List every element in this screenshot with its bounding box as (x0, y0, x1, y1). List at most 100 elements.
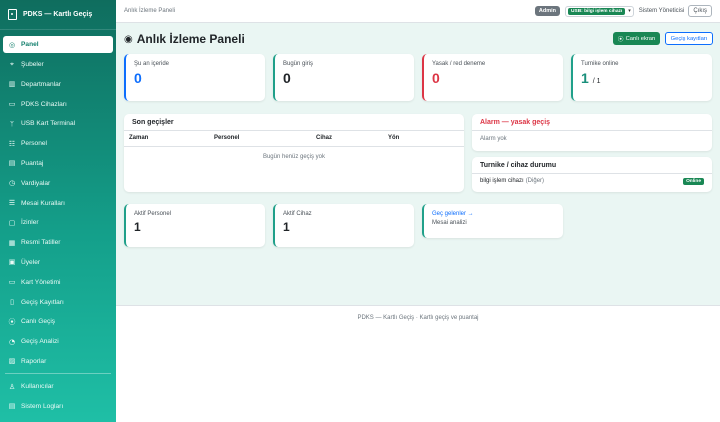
sidebar-item-icon: ▯ (10, 298, 14, 306)
sidebar-item-panel[interactable]: ◎ Panel (3, 36, 113, 54)
late-arrivals-card[interactable]: Geç gelenler → Mesai analizi (422, 204, 563, 238)
stat-value-main: 1 (581, 70, 589, 86)
sidebar-item-label: Raporlar (21, 357, 47, 365)
late-arrivals-link[interactable]: Geç gelenler → (432, 211, 555, 217)
sidebar-item-icon: ▤ (8, 402, 16, 411)
sidebar-item-gecis-kayitlari[interactable]: ▯ Geçiş Kayıtları (3, 293, 113, 310)
page-title: ◉ Anlık İzleme Paneli (124, 32, 245, 46)
active-device-card: Aktif Cihaz 1 (273, 204, 414, 247)
sidebar-item-kullanicilar[interactable]: ♙ Kullanıcılar (3, 378, 113, 395)
broadcast-icon: ◉ (124, 33, 133, 45)
sidebar-item-gecis-analizi[interactable]: ◔ Geçiş Analizi (3, 333, 113, 350)
sidebar-item-personel[interactable]: ☷ Personel (3, 135, 113, 152)
col-time: Zaman (124, 131, 209, 147)
sidebar-item-icon: ♙ (8, 382, 16, 391)
sidebar-item-label: Resmi Tatiller (21, 239, 61, 247)
sidebar-item-label: Şubeler (21, 60, 44, 68)
sidebar-item-icon: ⦿ (8, 317, 16, 326)
sidebar-item-label: Geçiş Analizi (21, 338, 59, 346)
logout-button[interactable]: Çıkış (688, 5, 712, 17)
sidebar-item-icon: ☰ (8, 199, 16, 208)
active-personnel-card: Aktif Personel 1 (124, 204, 265, 247)
sidebar-item-label: Mesai Kuralları (21, 199, 65, 207)
stat-value: 1 / 1 (581, 70, 704, 86)
sidebar-item-raporlar[interactable]: ▨ Raporlar (3, 353, 113, 370)
main-content: ◉ Anlık İzleme Paneli ⦿ Canlı ekran Geçi… (116, 23, 720, 305)
chevron-down-icon: ▾ (628, 8, 631, 14)
footer: PDKS — Kartlı Geçiş · Kartlı geçiş ve pu… (116, 305, 720, 422)
sidebar-item-resmi-tatiller[interactable]: ▦ Resmi Tatiller (3, 234, 113, 251)
sidebar-item-icon: ☷ (8, 139, 16, 148)
sidebar-item-label: Panel (21, 41, 39, 49)
sidebar-item-label: Personel (21, 140, 48, 148)
col-person: Personel (209, 131, 311, 147)
online-badge: Online (683, 177, 704, 185)
sidebar-divider (5, 373, 111, 375)
pass-logs-button[interactable]: Geçiş kayıtları (665, 32, 713, 45)
sidebar-item-uyeler[interactable]: ▣ Üyeler (3, 254, 113, 271)
sidebar-item-sistem-loglari[interactable]: ▤ Sistem Logları (3, 398, 113, 415)
stat-value: 0 (432, 70, 440, 86)
sidebar-item-icon: ▭ (8, 278, 16, 287)
sidebar-item-label: Kullanıcılar (21, 383, 54, 391)
stat-value: 0 (134, 70, 142, 86)
alarm-empty: Alarm yok (480, 136, 507, 142)
stat-value: 0 (283, 70, 291, 86)
stat-label: Aktif Personel (134, 211, 172, 217)
sidebar-item-label: İzinler (21, 219, 39, 227)
sidebar-item-izinler[interactable]: ▢ İzinler (3, 214, 113, 231)
live-screen-label: Canlı ekran (625, 35, 656, 42)
sidebar-item-pdks-cihazlari[interactable]: ▭ PDKS Cihazları (3, 95, 113, 112)
table-header-row: Zaman Personel Cihaz Yön (124, 131, 464, 147)
sidebar-item-label: PDKS Cihazları (21, 100, 67, 108)
broadcast-icon: ⦿ (617, 37, 624, 43)
alarm-title: Alarm — yasak geçiş (472, 114, 712, 131)
sidebar: PDKS — Kartlı Geçiş ◎ Panel ⌖ Şubeler ▥ Depar… (0, 0, 116, 422)
stat-label: Yasak / red deneme (432, 61, 486, 67)
sidebar-item-kart-yonetimi[interactable]: ▭ Kart Yönetimi (3, 274, 113, 291)
col-direction: Yön (383, 131, 464, 147)
sidebar-item-usb-kart-terminal[interactable]: ᛘ USB Kart Terminal (3, 115, 113, 132)
table-row: Bugün henüz geçiş yok (124, 146, 464, 168)
stat-value-suffix: / 1 (592, 78, 601, 85)
alarm-card: Alarm — yasak geçiş Alarm yok (472, 114, 712, 151)
role-badge: Admin (534, 6, 561, 16)
sidebar-item-canli-gecis[interactable]: ⦿ Canlı Geçiş (3, 313, 113, 330)
usb-device-select[interactable]: USB: bilgi işlem cihazı ▾ (565, 5, 634, 17)
sidebar-item-icon: ⌖ (10, 60, 14, 69)
sidebar-item-icon: ▢ (8, 218, 16, 227)
sidebar-item-label: Kart Yönetimi (21, 278, 61, 286)
sidebar-item-label: Vardiyalar (21, 179, 51, 187)
stat-value: 1 (134, 220, 141, 234)
topbar: Anlık İzleme Paneli Admin USB: bilgi işl… (116, 0, 720, 23)
breadcrumb: Anlık İzleme Paneli (124, 8, 176, 14)
brand[interactable]: PDKS — Kartlı Geçiş (0, 0, 116, 30)
sidebar-item-puantaj[interactable]: ▤ Puantaj (3, 155, 113, 172)
col-device: Cihaz (311, 131, 383, 147)
sidebar-item-label: Puantaj (21, 159, 44, 167)
device-row: bilgi işlem cihazı (Diğer) Online (472, 174, 712, 188)
stat-label: Şu an içeride (134, 61, 170, 67)
late-arrivals-sub: Mesai analizi (432, 220, 467, 226)
sidebar-item-icon: ▭ (8, 100, 16, 109)
sidebar-item-label: Sistem Logları (21, 402, 64, 410)
sidebar-item-mesai-kurallari[interactable]: ☰ Mesai Kuralları (3, 194, 113, 211)
sidebar-item-icon: ▥ (8, 80, 16, 89)
stat-label: Turnike online (581, 61, 619, 67)
sidebar-item-departmanlar[interactable]: ▥ Departmanlar (3, 76, 113, 93)
stat-card: Bugün giriş 0 (273, 54, 414, 101)
empty-state: Bugün henüz geçiş yok (262, 154, 326, 161)
sidebar-item-icon: ▤ (8, 159, 16, 168)
stat-card: Turnike online 1 / 1 (571, 54, 712, 101)
stat-card: Şu an içeride 0 (124, 54, 265, 101)
sidebar-item-icon: ◷ (8, 179, 16, 188)
sidebar-item-vardiyalar[interactable]: ◷ Vardiyalar (3, 175, 113, 192)
device-type: (Diğer) (525, 178, 545, 184)
live-screen-button[interactable]: ⦿ Canlı ekran (613, 32, 660, 45)
sidebar-item-label: Canlı Geçiş (21, 318, 56, 326)
stat-value: 1 (283, 220, 290, 234)
usb-device-pill: USB: bilgi işlem cihazı (568, 7, 626, 15)
sidebar-item-subeler[interactable]: ⌖ Şubeler (3, 56, 113, 73)
turnstile-card: Turnike / cihaz durumu bilgi işlem cihaz… (472, 157, 712, 192)
page-title-text: Anlık İzleme Paneli (136, 32, 245, 46)
